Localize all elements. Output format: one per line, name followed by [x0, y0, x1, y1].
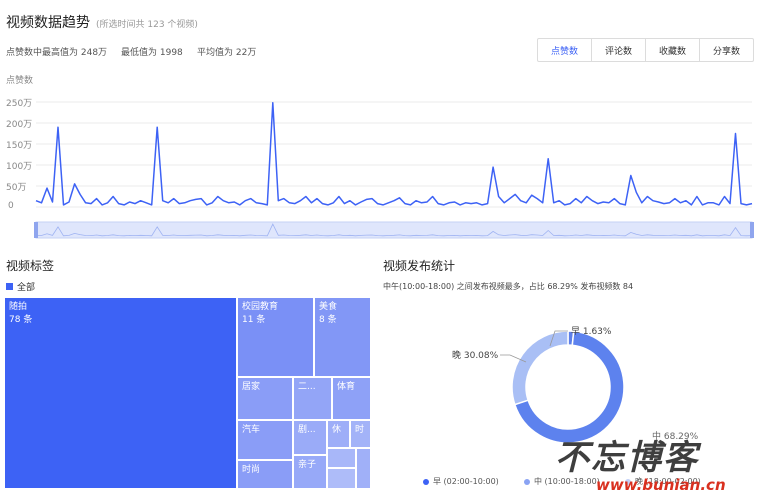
treemap-cell-label: 时尚 — [242, 465, 261, 475]
treemap-cell-ju[interactable]: 剧... — [293, 420, 327, 455]
treemap-cell-label: 汽车 — [242, 425, 261, 435]
slice-label-evening: 晚 30.08% — [452, 350, 499, 361]
zoom-handle-left — [34, 222, 38, 238]
treemap-cell-xiu[interactable]: 休 — [327, 420, 350, 448]
treemap-cell-count: 78 条 — [9, 315, 33, 325]
tags-legend-label: 全部 — [17, 283, 36, 293]
treemap-cell-food[interactable]: 美食 8 条 — [314, 297, 371, 377]
treemap-cell-count: 11 条 — [242, 315, 266, 325]
treemap-cell-parenting[interactable]: 亲子 — [293, 455, 327, 489]
watermark-url: www.bunian.cn — [596, 476, 726, 494]
likes-series-line — [35, 102, 753, 206]
publish-summary: 中午(10:00-18:00) 之间发布视频最多，占比 68.29% 发布视频数… — [383, 282, 634, 291]
treemap-cell-label: 校园教育 — [242, 302, 279, 312]
treemap-cell-small[interactable] — [327, 468, 356, 489]
treemap-cell-count: 8 条 — [319, 315, 337, 325]
treemap-cell-small[interactable] — [327, 448, 356, 468]
treemap-cell-campus[interactable]: 校园教育 11 条 — [237, 297, 314, 377]
treemap-cell-sports[interactable]: 体育 — [332, 377, 371, 420]
treemap-cell-label: 随拍 — [9, 302, 28, 312]
treemap-cell-label: 二... — [298, 382, 316, 392]
legend-early[interactable]: 早 (02:00-10:00) — [423, 476, 499, 487]
legend-label: 早 (02:00-10:00) — [433, 477, 499, 486]
legend-dot — [524, 478, 530, 485]
treemap-cell-label: 剧... — [298, 425, 316, 435]
treemap-cell-car[interactable]: 汽车 — [237, 420, 293, 460]
treemap-cell-small[interactable] — [356, 448, 371, 489]
treemap-cell-home[interactable]: 居家 — [237, 377, 293, 420]
legend-dot — [423, 478, 429, 485]
tags-legend[interactable]: 全部 — [6, 280, 35, 293]
treemap-cell-suipai[interactable]: 随拍 78 条 — [4, 297, 237, 489]
treemap-cell-fashion[interactable]: 时尚 — [237, 460, 293, 489]
treemap-cell-label: 体育 — [337, 382, 356, 392]
slice-label-early: 早 1.63% — [571, 326, 612, 337]
treemap-cell-er[interactable]: 二... — [293, 377, 332, 420]
treemap-cell-label: 时 — [355, 425, 365, 435]
watermark-logo: 不忘博客 — [555, 438, 699, 478]
treemap-cell-label: 居家 — [242, 382, 261, 392]
treemap-cell-label: 亲子 — [298, 460, 317, 470]
donut-slice-晚 — [511, 330, 569, 406]
legend-swatch — [6, 283, 13, 290]
publish-title: 视频发布统计 — [383, 259, 456, 273]
trend-chart — [34, 101, 754, 239]
treemap-cell-label: 休 — [332, 425, 342, 435]
tags-title: 视频标签 — [6, 259, 55, 273]
treemap-cell-shi[interactable]: 时 — [350, 420, 371, 448]
zoom-handle-right — [750, 222, 754, 238]
treemap-cell-label: 美食 — [319, 302, 338, 312]
